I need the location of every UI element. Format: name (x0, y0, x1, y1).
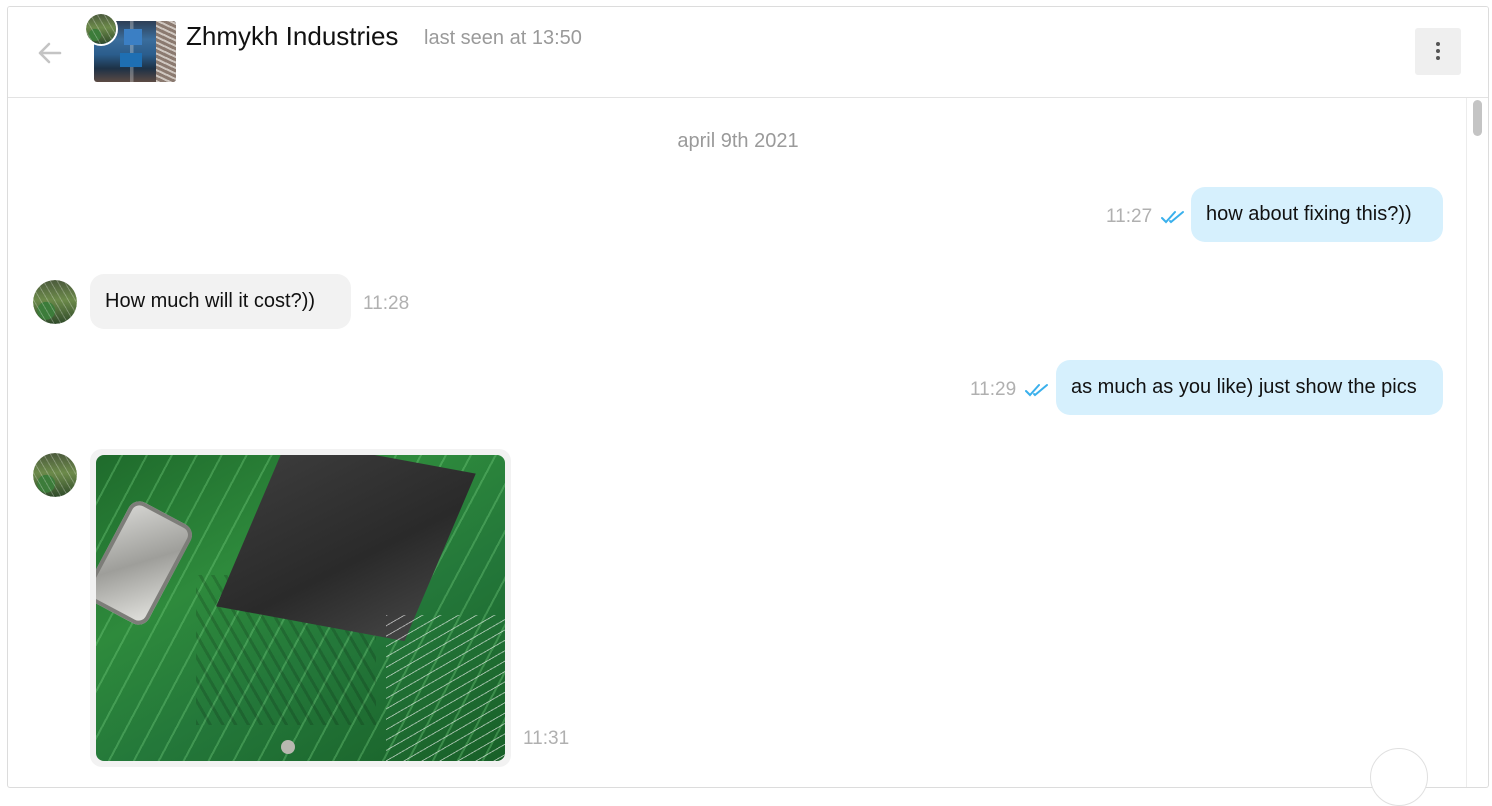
scrollbar[interactable] (1466, 98, 1488, 787)
circuit-board-photo[interactable] (96, 455, 505, 761)
back-button[interactable] (30, 33, 70, 73)
more-menu-button[interactable] (1415, 28, 1461, 75)
contact-name[interactable]: Zhmykh Industries (186, 21, 398, 52)
double-check-icon (1025, 384, 1048, 397)
more-vertical-icon (1436, 42, 1440, 46)
message-time: 11:27 (1106, 206, 1153, 227)
contact-avatar[interactable] (84, 12, 118, 46)
message-list[interactable]: april 9th 2021 11:27 how about fixing th… (8, 98, 1468, 787)
message-time: 11:28 (363, 293, 410, 314)
outgoing-message-bubble[interactable]: how about fixing this?)) (1191, 187, 1443, 242)
double-check-icon (1161, 211, 1184, 224)
message-time: 11:29 (970, 379, 1017, 400)
outgoing-message-bubble[interactable]: as much as you like) just show the pics (1056, 360, 1443, 415)
menu-dot (1436, 56, 1440, 60)
arrow-left-icon (38, 42, 62, 64)
last-seen-status: last seen at 13:50 (424, 27, 582, 49)
menu-dot (1436, 49, 1440, 53)
incoming-message-bubble[interactable]: How much will it cost?)) (90, 274, 351, 329)
message-time: 11:31 (523, 728, 570, 749)
chat-window: Zhmykh Industries last seen at 13:50 apr… (7, 6, 1489, 788)
date-separator: april 9th 2021 (677, 130, 799, 152)
sender-avatar[interactable] (33, 453, 77, 497)
sender-avatar[interactable] (33, 280, 77, 324)
scrollbar-thumb[interactable] (1473, 100, 1482, 136)
chat-header: Zhmykh Industries last seen at 13:50 (8, 7, 1488, 98)
scroll-down-button[interactable] (1370, 748, 1428, 806)
incoming-photo-message[interactable] (90, 449, 511, 767)
